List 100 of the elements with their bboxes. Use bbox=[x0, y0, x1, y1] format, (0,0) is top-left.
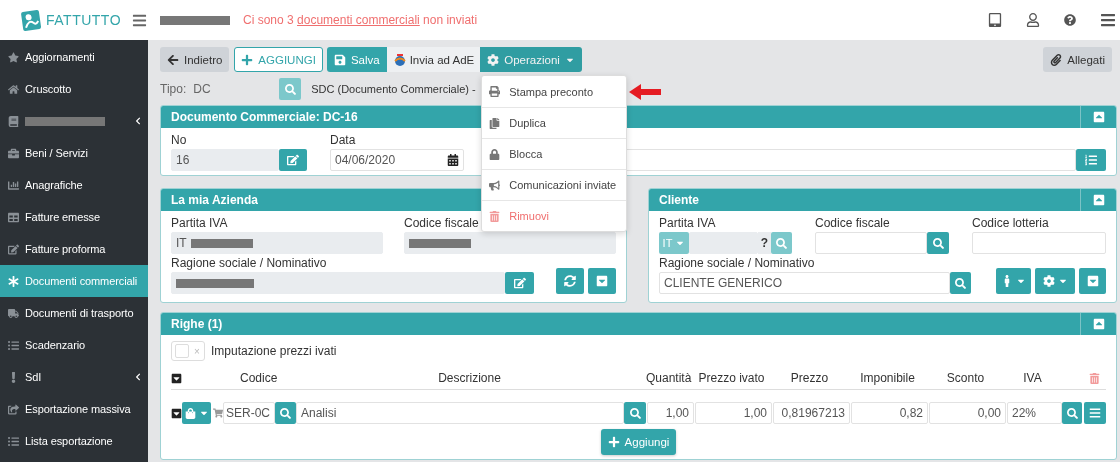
plus-icon bbox=[241, 53, 254, 66]
name-field[interactable] bbox=[171, 272, 505, 294]
back-button[interactable]: Indietro bbox=[160, 47, 230, 72]
edit-icon bbox=[8, 243, 19, 255]
bag-icon bbox=[184, 407, 196, 419]
attachments-button[interactable]: Allegati bbox=[1043, 47, 1112, 72]
refresh-button[interactable] bbox=[556, 268, 584, 294]
column-header: Prezzo bbox=[789, 371, 830, 385]
column-header: Imponibile bbox=[859, 371, 916, 385]
name-field[interactable]: CLIENTE GENERICO bbox=[659, 272, 950, 294]
search-icon bbox=[629, 407, 641, 419]
printer-icon bbox=[489, 86, 501, 97]
logo-icon bbox=[392, 52, 407, 67]
number-field[interactable]: 0,81967213 bbox=[773, 402, 850, 424]
expand-button[interactable] bbox=[588, 268, 616, 294]
sidebar-item[interactable]: Esportazione massiva bbox=[0, 393, 148, 425]
field-label: Partita IVA bbox=[659, 216, 717, 231]
lottery-code-field[interactable] bbox=[972, 232, 1106, 254]
sidebar-item[interactable]: Fatture proforma bbox=[0, 233, 148, 265]
menu-icon bbox=[1089, 407, 1101, 419]
trash-icon[interactable] bbox=[1089, 372, 1100, 384]
sidebar-item[interactable]: Documenti di trasporto bbox=[0, 297, 148, 329]
toggle-label: Imputazione prezzi ivati bbox=[211, 344, 337, 358]
vat-field[interactable] bbox=[689, 232, 758, 254]
description-field[interactable]: Analisi bbox=[296, 402, 624, 424]
number-field[interactable]: 0,82 bbox=[851, 402, 928, 424]
number-field[interactable]: 16 bbox=[171, 149, 279, 171]
cart-icon bbox=[213, 408, 223, 418]
list-icon bbox=[8, 339, 19, 351]
number-field[interactable]: 1,00 bbox=[695, 402, 772, 424]
search-icon bbox=[932, 237, 944, 249]
logo-icon bbox=[20, 8, 42, 32]
list-button[interactable] bbox=[1076, 149, 1106, 171]
edit-icon bbox=[513, 277, 526, 289]
edit-button[interactable] bbox=[279, 149, 307, 171]
type-label: Tipo: bbox=[160, 82, 187, 96]
asterisk-icon bbox=[8, 275, 19, 287]
settings-dropdown[interactable] bbox=[1035, 268, 1075, 294]
number-field[interactable]: 1,00 bbox=[647, 402, 694, 424]
user-icon[interactable] bbox=[1026, 13, 1040, 27]
menu-item[interactable]: Blocca bbox=[482, 138, 627, 169]
redacted-text bbox=[409, 238, 471, 248]
sidebar-item[interactable]: Aggiornamenti bbox=[0, 41, 148, 73]
search-icon bbox=[280, 407, 291, 419]
send-button[interactable]: Invia ad AdE bbox=[386, 47, 481, 72]
code-field[interactable]: SER-0C bbox=[223, 402, 275, 424]
tax-code-field[interactable] bbox=[404, 232, 616, 254]
sidebar-item[interactable]: Scadenzario bbox=[0, 329, 148, 361]
redacted-text bbox=[190, 238, 253, 248]
field-label: Partita IVA bbox=[171, 216, 229, 231]
menu-icon[interactable] bbox=[132, 12, 147, 28]
menu-button[interactable] bbox=[1084, 402, 1106, 424]
panel-title: La mia Azienda bbox=[171, 193, 258, 207]
vat-field[interactable]: 22% bbox=[1007, 402, 1062, 424]
search-button[interactable] bbox=[950, 272, 971, 294]
briefcase-icon bbox=[8, 147, 19, 159]
tablet-icon[interactable] bbox=[988, 13, 1002, 27]
column-header: Descrizione bbox=[437, 371, 502, 385]
trash-icon bbox=[489, 210, 501, 222]
menu-item[interactable]: Comunicazioni inviate bbox=[482, 169, 627, 200]
expand-button[interactable] bbox=[1079, 268, 1106, 294]
calendar-icon bbox=[447, 154, 459, 166]
search-button[interactable] bbox=[279, 78, 302, 100]
search-button[interactable] bbox=[275, 402, 296, 424]
sidebar-item[interactable]: Cruscotto bbox=[0, 73, 148, 105]
search-icon bbox=[955, 277, 966, 289]
column-header: Codice bbox=[239, 371, 279, 385]
bar-chart-icon bbox=[8, 179, 19, 191]
lock-icon bbox=[489, 148, 501, 160]
sidebar-item[interactable]: SdI bbox=[0, 361, 148, 393]
truck-icon bbox=[8, 307, 19, 319]
number-field[interactable]: 0,00 bbox=[929, 402, 1006, 424]
search-button[interactable] bbox=[1062, 402, 1082, 424]
list-icon bbox=[8, 435, 19, 447]
panel-title: Documento Commerciale: DC-16 bbox=[171, 110, 358, 124]
panel-title: Righe (1) bbox=[171, 317, 223, 331]
sidebar-item[interactable]: Fatture emesse bbox=[0, 201, 148, 233]
list-icon bbox=[1085, 154, 1097, 166]
menu-item[interactable]: Stampa preconto bbox=[482, 76, 627, 107]
sidebar-item[interactable]: Anagrafiche bbox=[0, 169, 148, 201]
help-icon[interactable] bbox=[1064, 14, 1076, 26]
search-button[interactable] bbox=[771, 232, 792, 254]
sidebar-item[interactable]: Lista esportazione bbox=[0, 425, 148, 457]
date-field[interactable]: 04/06/2020 bbox=[330, 149, 464, 171]
export-icon bbox=[8, 403, 19, 415]
pointer-arrow bbox=[629, 84, 662, 100]
search-button[interactable] bbox=[927, 232, 949, 254]
menu-item[interactable]: Duplica bbox=[482, 107, 627, 138]
menu-icon[interactable] bbox=[1100, 12, 1116, 28]
search-icon bbox=[284, 83, 296, 95]
person-dropdown[interactable] bbox=[996, 268, 1031, 294]
sidebar-item[interactable]: Beni / Servizi bbox=[0, 137, 148, 169]
redacted-text bbox=[160, 15, 230, 25]
vat-field[interactable]: IT bbox=[171, 232, 383, 254]
edit-button[interactable] bbox=[505, 272, 534, 294]
paperclip-icon bbox=[1050, 53, 1063, 66]
tax-code-field[interactable] bbox=[815, 232, 927, 254]
column-header: Sconto bbox=[945, 371, 986, 385]
search-button[interactable] bbox=[624, 402, 646, 424]
panel-title: Cliente bbox=[659, 193, 699, 207]
